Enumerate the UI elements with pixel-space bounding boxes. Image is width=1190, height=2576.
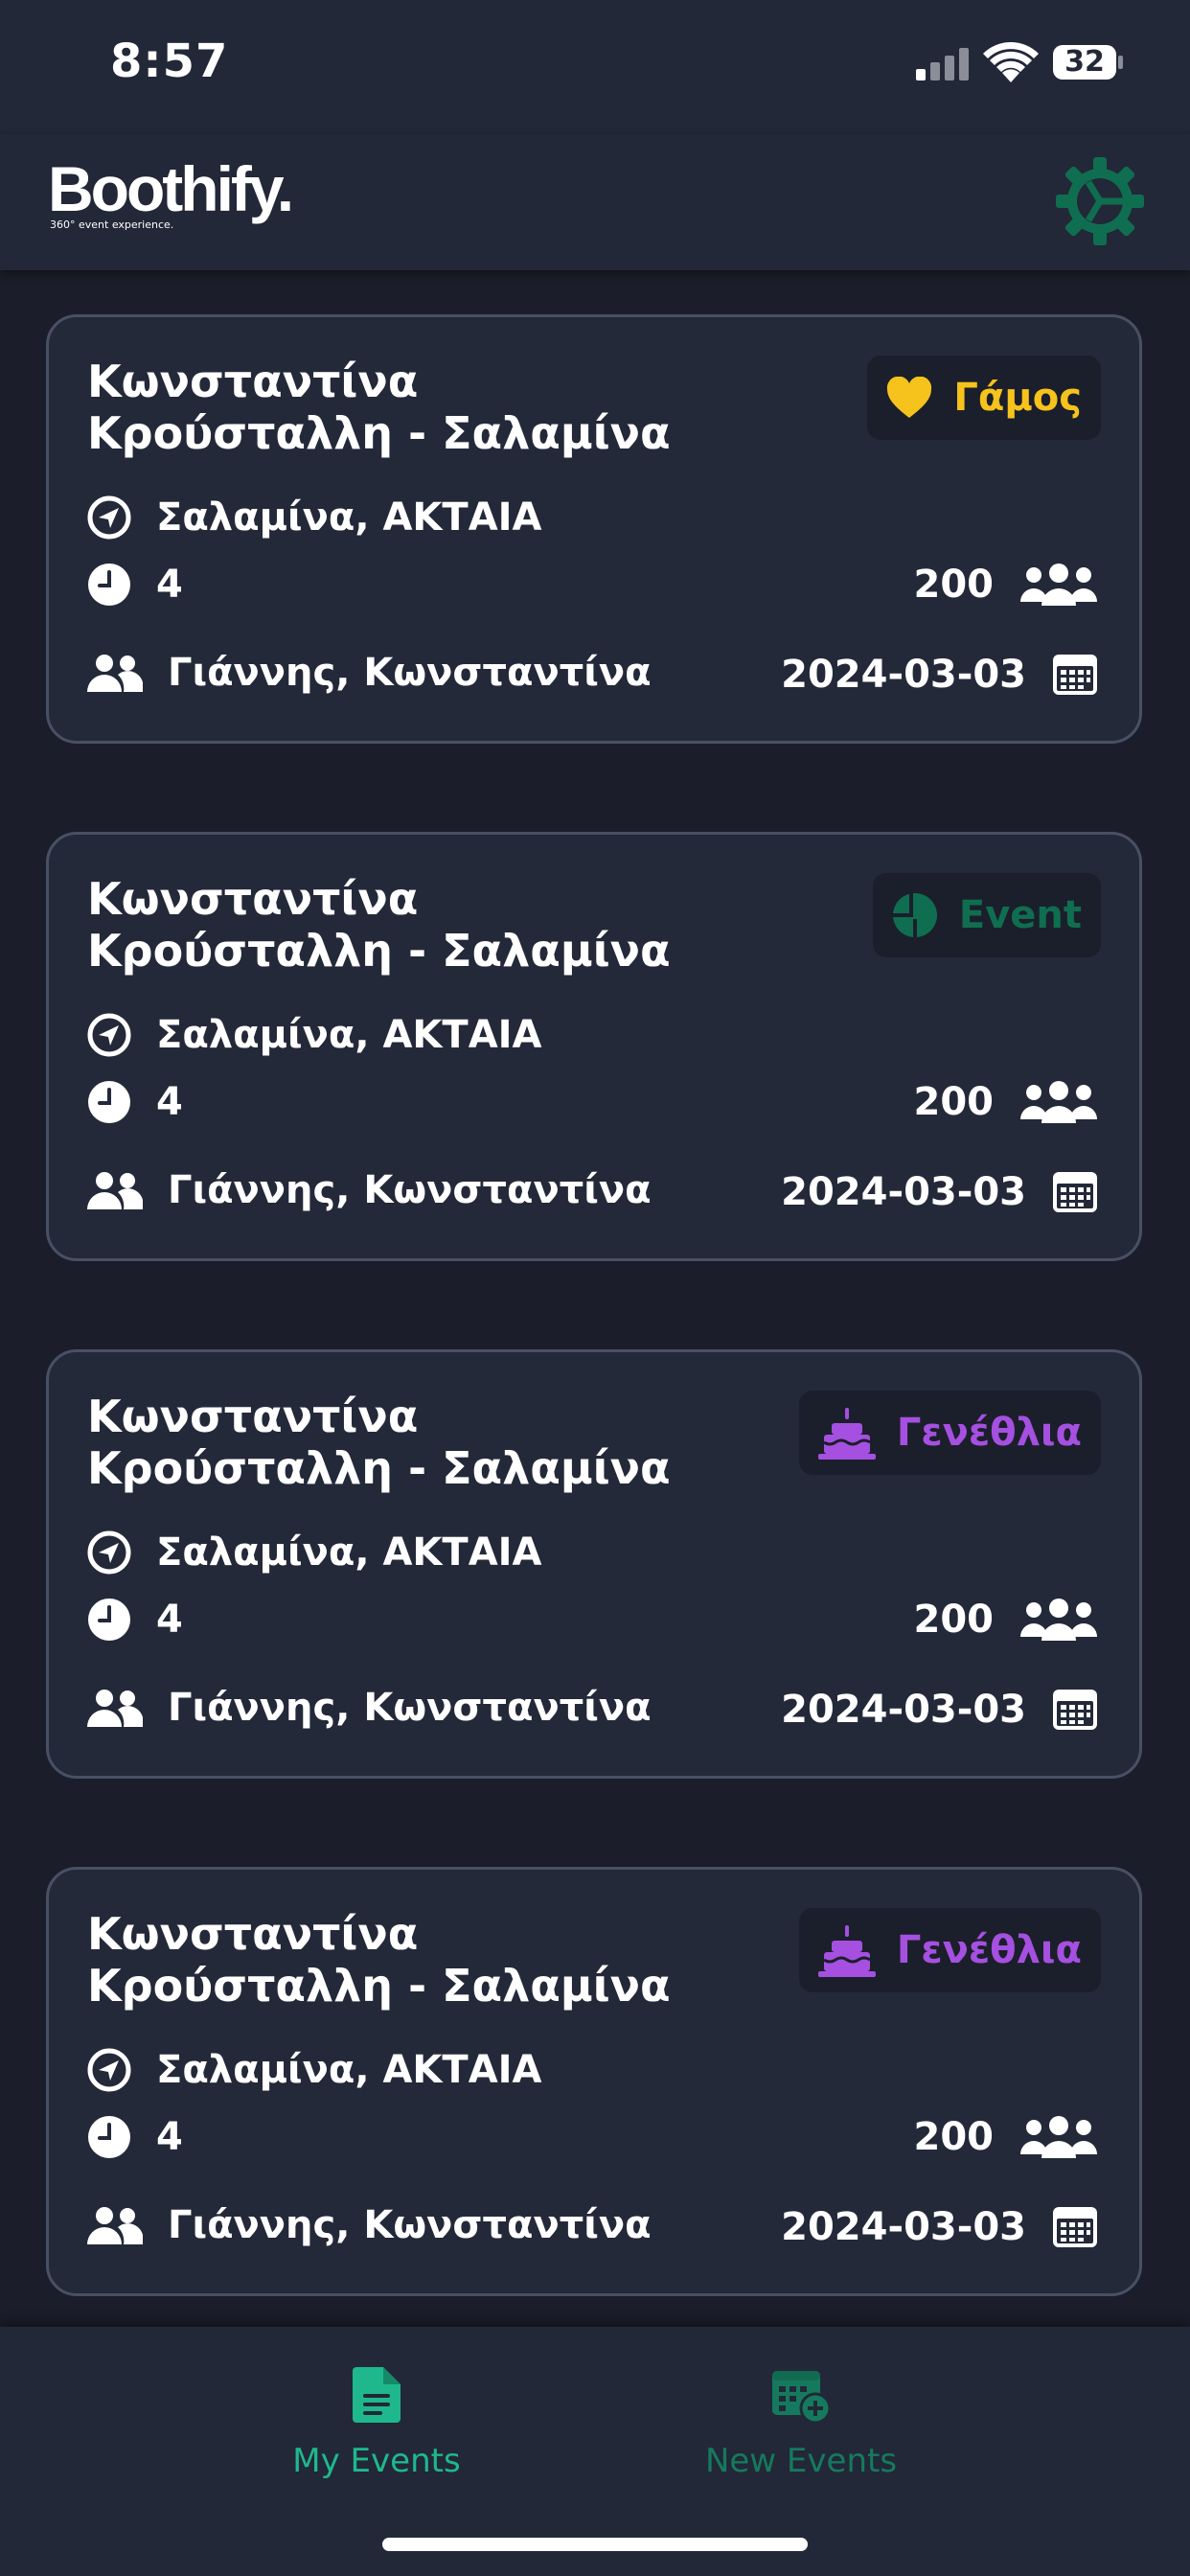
event-type-label: Γενέθλια [896, 1928, 1082, 1972]
event-type-badge: Γάμος [867, 356, 1101, 440]
event-duration: 4 [87, 1080, 183, 1124]
event-title: Κωνσταντίνα Κρούσταλλη - Σαλαμίνα [87, 356, 671, 459]
event-date-text: 2024-03-03 [781, 1170, 1026, 1214]
status-time: 8:57 [110, 34, 229, 88]
battery-icon: 32 [1052, 44, 1125, 80]
logo-text: Boothify. [48, 153, 294, 224]
status-bar: 8:57 32 [0, 0, 1190, 134]
event-card[interactable]: Κωνσταντίνα Κρούσταλλη - Σαλαμίνα Γάμος … [46, 314, 1142, 744]
tab-new-events[interactable]: New Events [657, 2367, 945, 2492]
event-type-label: Event [958, 893, 1082, 937]
event-duration: 4 [87, 563, 183, 607]
cake-icon [817, 1925, 876, 1977]
event-type-badge: Event [872, 873, 1101, 957]
event-location: Σαλαμίνα, ΑΚΤΑΙΑ [87, 495, 542, 540]
clock-icon [88, 564, 130, 606]
event-date-text: 2024-03-03 [781, 2205, 1026, 2249]
event-hosts-text: Γιάννης, Κωνσταντίνα [168, 2203, 652, 2247]
event-date: 2024-03-03 [781, 653, 1097, 697]
home-indicator [382, 2538, 808, 2551]
event-hosts-text: Γιάννης, Κωνσταντίνα [168, 1686, 652, 1730]
app-logo: Boothify. 360° event experience. [48, 157, 307, 234]
event-location-text: Σαλαμίνα, ΑΚΤΑΙΑ [156, 495, 542, 540]
event-hosts-text: Γιάννης, Κωνσταντίνα [168, 1168, 652, 1212]
event-guests: 200 [913, 1598, 1097, 1642]
people-icon [87, 1172, 143, 1209]
event-card[interactable]: Κωνσταντίνα Κρούσταλλη - Σαλαμίνα Event … [46, 832, 1142, 1261]
event-location-text: Σαλαμίνα, ΑΚΤΑΙΑ [156, 2048, 542, 2092]
people-icon [87, 1690, 143, 1727]
battery-level: 32 [1064, 45, 1105, 79]
group-icon [1020, 1598, 1097, 1641]
event-location: Σαλαμίνα, ΑΚΤΑΙΑ [87, 1530, 542, 1575]
event-duration: 4 [87, 2115, 183, 2159]
event-location-text: Σαλαμίνα, ΑΚΤΑΙΑ [156, 1530, 542, 1575]
navigation-icon [87, 1530, 131, 1575]
tab-my-events-label: My Events [292, 2442, 461, 2480]
navigation-icon [87, 495, 131, 540]
event-card[interactable]: Κωνσταντίνα Κρούσταλλη - Σαλαμίνα Γενέθλ… [46, 1349, 1142, 1779]
event-location-text: Σαλαμίνα, ΑΚΤΑΙΑ [156, 1013, 542, 1057]
event-title: Κωνσταντίνα Κρούσταλλη - Σαλαμίνα [87, 1908, 671, 2012]
globe-icon [892, 893, 937, 937]
event-guests-count: 200 [913, 563, 995, 607]
navigation-icon [87, 2048, 131, 2092]
event-hosts: Γιάννης, Κωνσταντίνα [87, 651, 652, 695]
clock-icon [88, 1081, 130, 1123]
clock-icon [88, 2116, 130, 2158]
event-type-badge: Γενέθλια [798, 1391, 1101, 1475]
group-icon [1020, 2116, 1097, 2158]
app-header: Boothify. 360° event experience. [0, 134, 1190, 270]
event-date: 2024-03-03 [781, 2205, 1097, 2249]
event-card[interactable]: Κωνσταντίνα Κρούσταλλη - Σαλαμίνα Γενέθλ… [46, 1867, 1142, 2296]
event-title: Κωνσταντίνα Κρούσταλλη - Σαλαμίνα [87, 1391, 671, 1494]
event-duration-text: 4 [156, 1598, 183, 1642]
event-duration-text: 4 [156, 1080, 183, 1124]
cake-icon [817, 1408, 876, 1460]
navigation-icon [87, 1013, 131, 1057]
cellular-signal-icon [916, 48, 969, 80]
tab-new-events-label: New Events [704, 2442, 898, 2480]
event-hosts: Γιάννης, Κωνσταντίνα [87, 1168, 652, 1212]
document-icon [353, 2367, 400, 2423]
event-type-label: Γάμος [953, 376, 1082, 420]
clock-icon [88, 1598, 130, 1641]
group-icon [1020, 1081, 1097, 1123]
event-hosts: Γιάννης, Κωνσταντίνα [87, 1686, 652, 1730]
event-guests: 200 [913, 563, 1097, 607]
calendar-icon [1053, 655, 1097, 695]
event-type-label: Γενέθλια [896, 1411, 1082, 1455]
event-date-text: 2024-03-03 [781, 1688, 1026, 1732]
settings-gear-icon[interactable] [1054, 155, 1146, 247]
calendar-icon [1053, 1172, 1097, 1212]
event-date-text: 2024-03-03 [781, 653, 1026, 697]
group-icon [1020, 564, 1097, 606]
calendar-icon [1053, 2207, 1097, 2247]
event-location: Σαλαμίνα, ΑΚΤΑΙΑ [87, 2048, 542, 2092]
event-guests-count: 200 [913, 1598, 995, 1642]
event-duration: 4 [87, 1598, 183, 1642]
event-hosts-text: Γιάννης, Κωνσταντίνα [168, 651, 652, 695]
people-icon [87, 655, 143, 692]
events-list[interactable]: Κωνσταντίνα Κρούσταλλη - Σαλαμίνα Γάμος … [0, 270, 1190, 2327]
event-title: Κωνσταντίνα Κρούσταλλη - Σαλαμίνα [87, 873, 671, 977]
heart-icon [887, 377, 932, 418]
calendar-add-icon [772, 2371, 832, 2423]
event-hosts: Γιάννης, Κωνσταντίνα [87, 2203, 652, 2247]
event-guests-count: 200 [913, 2115, 995, 2159]
event-type-badge: Γενέθλια [798, 1908, 1101, 1992]
event-guests: 200 [913, 1080, 1097, 1124]
event-duration-text: 4 [156, 563, 183, 607]
event-location: Σαλαμίνα, ΑΚΤΑΙΑ [87, 1013, 542, 1057]
event-date: 2024-03-03 [781, 1688, 1097, 1732]
tab-my-events[interactable]: My Events [233, 2367, 520, 2492]
event-date: 2024-03-03 [781, 1170, 1097, 1214]
calendar-icon [1053, 1690, 1097, 1730]
event-guests: 200 [913, 2115, 1097, 2159]
event-duration-text: 4 [156, 2115, 183, 2159]
event-guests-count: 200 [913, 1080, 995, 1124]
wifi-icon [983, 42, 1039, 82]
people-icon [87, 2207, 143, 2244]
